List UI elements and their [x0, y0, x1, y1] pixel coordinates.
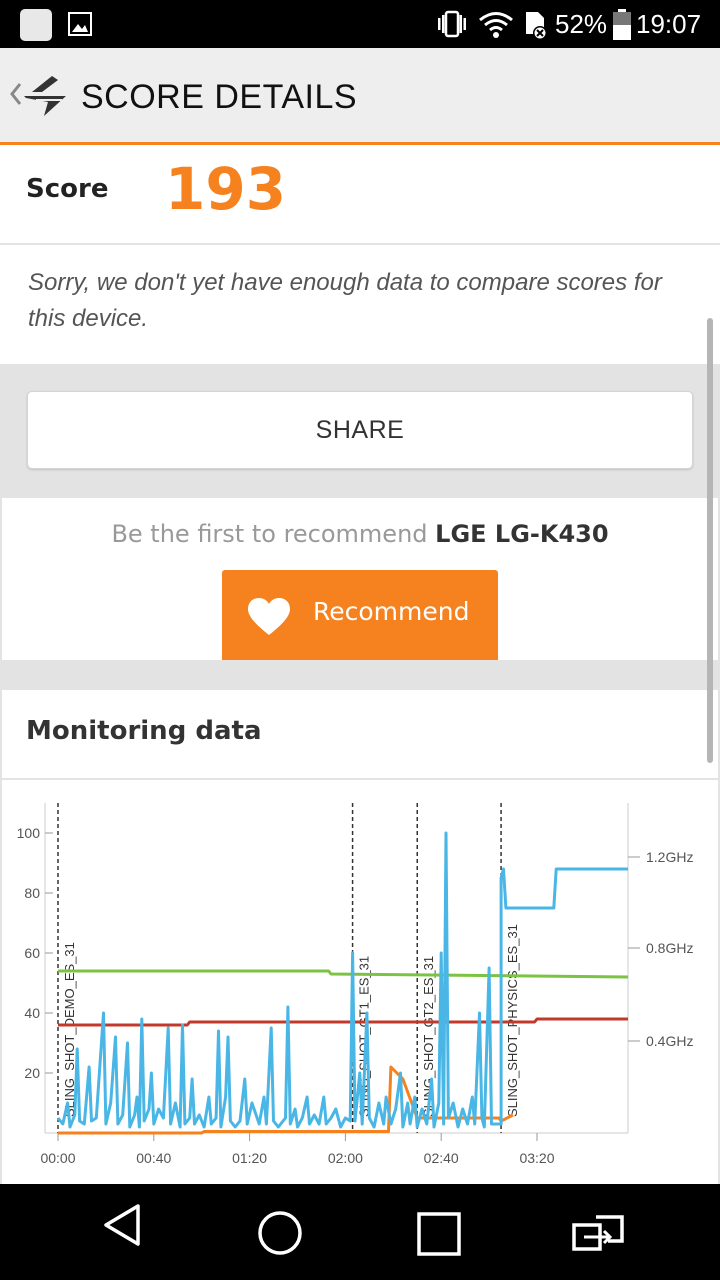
y-right-tick-label: 0.4GHz [646, 1033, 693, 1049]
y-right-tick-label: 1.2GHz [646, 849, 693, 865]
x-tick-label: 01:20 [232, 1150, 267, 1166]
series-line-4 [56, 831, 628, 1129]
home-nav-icon[interactable] [257, 1210, 303, 1256]
back-nav-icon[interactable] [100, 1202, 144, 1248]
y-tick-label: 80 [24, 885, 40, 901]
x-tick-label: 02:40 [424, 1150, 459, 1166]
x-tick-label: 02:00 [328, 1150, 363, 1166]
switch-apps-icon[interactable] [570, 1213, 626, 1253]
series-line-2 [58, 1017, 628, 1027]
recents-nav-icon[interactable] [417, 1212, 461, 1256]
scrollbar[interactable] [707, 318, 713, 763]
x-tick-label: 00:40 [136, 1150, 171, 1166]
y-tick-label: 100 [17, 825, 41, 841]
navigation-bar [0, 1184, 720, 1280]
monitoring-chart-card: 100 80 60 40 20 1.2GHz 0.8GHz 0.4GHz 00:00 00:40 0… [2, 780, 718, 1184]
x-tick-label: 00:00 [40, 1150, 75, 1166]
series-line-1 [58, 969, 629, 979]
y-tick-label: 60 [24, 945, 40, 961]
y-right-tick-label: 0.8GHz [646, 940, 693, 956]
y-tick-label: 40 [24, 1005, 40, 1021]
monitoring-chart: 100 80 60 40 20 1.2GHz 0.8GHz 0.4GHz 00:00 00:40 0… [17, 803, 693, 1166]
y-tick-label: 20 [24, 1065, 40, 1081]
x-tick-label: 03:20 [519, 1150, 554, 1166]
